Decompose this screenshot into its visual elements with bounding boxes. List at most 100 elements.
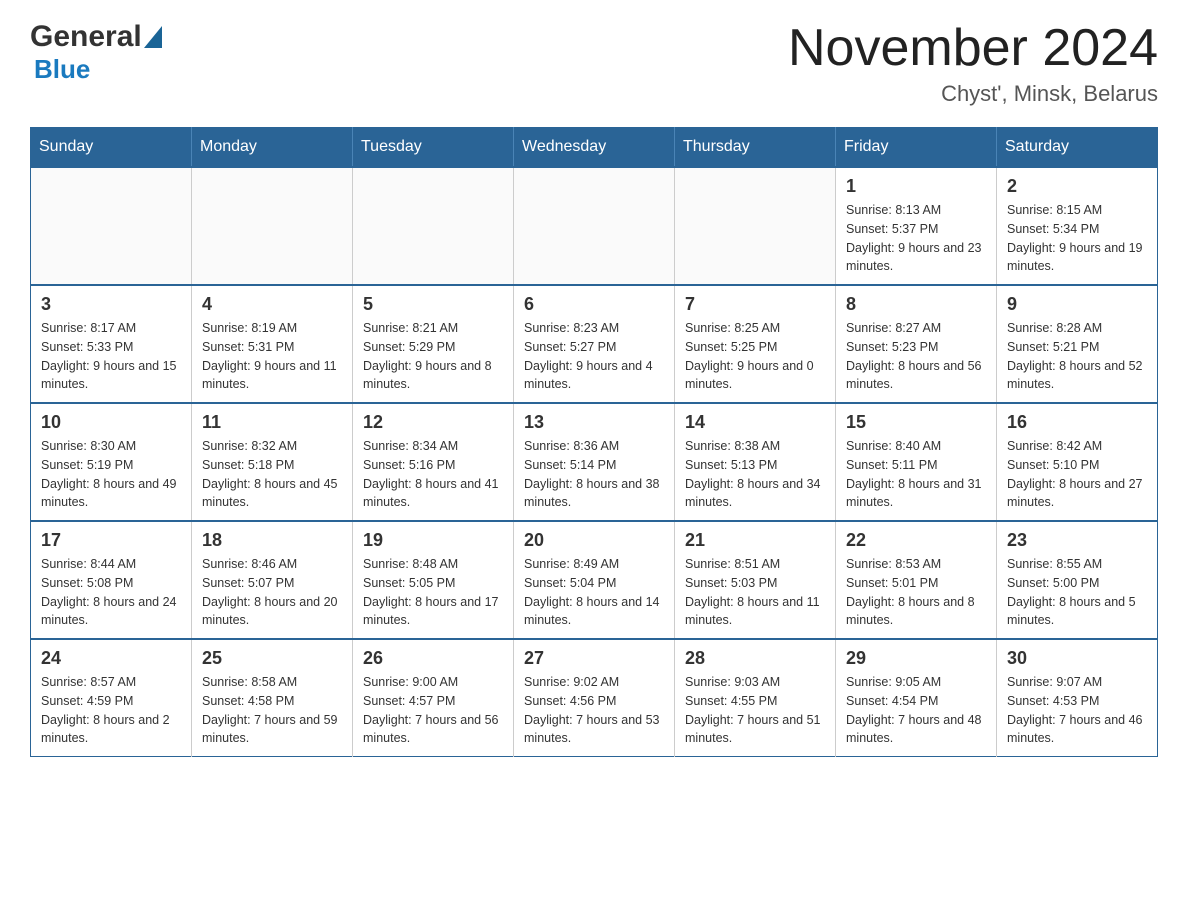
day-info: Sunrise: 8:28 AM Sunset: 5:21 PM Dayligh…	[1007, 319, 1147, 394]
calendar-cell: 11 Sunrise: 8:32 AM Sunset: 5:18 PM Dayli…	[192, 403, 353, 521]
calendar-cell: 8 Sunrise: 8:27 AM Sunset: 5:23 PM Daylig…	[836, 285, 997, 403]
day-info: Sunrise: 8:40 AM Sunset: 5:11 PM Dayligh…	[846, 437, 986, 512]
day-info: Sunrise: 8:15 AM Sunset: 5:34 PM Dayligh…	[1007, 201, 1147, 276]
day-number: 30	[1007, 648, 1147, 669]
logo-blue-text: Blue	[34, 54, 164, 85]
day-info: Sunrise: 8:13 AM Sunset: 5:37 PM Dayligh…	[846, 201, 986, 276]
day-number: 5	[363, 294, 503, 315]
logo: General Blue	[30, 20, 164, 85]
day-of-week-tuesday: Tuesday	[353, 128, 514, 168]
day-number: 24	[41, 648, 181, 669]
calendar-cell: 2 Sunrise: 8:15 AM Sunset: 5:34 PM Daylig…	[997, 167, 1158, 285]
calendar-cell: 17 Sunrise: 8:44 AM Sunset: 5:08 PM Dayli…	[31, 521, 192, 639]
calendar-cell	[31, 167, 192, 285]
calendar-cell: 29Sunrise: 9:05 AM Sunset: 4:54 PM Dayli…	[836, 639, 997, 757]
day-of-week-monday: Monday	[192, 128, 353, 168]
day-info: Sunrise: 8:30 AM Sunset: 5:19 PM Dayligh…	[41, 437, 181, 512]
calendar-cell: 25 Sunrise: 8:58 AM Sunset: 4:58 PM Dayli…	[192, 639, 353, 757]
day-number: 7	[685, 294, 825, 315]
day-info: Sunrise: 8:27 AM Sunset: 5:23 PM Dayligh…	[846, 319, 986, 394]
day-info: Sunrise: 8:57 AM Sunset: 4:59 PM Dayligh…	[41, 673, 181, 748]
calendar-cell: 18Sunrise: 8:46 AM Sunset: 5:07 PM Dayli…	[192, 521, 353, 639]
title-section: November 2024 Chyst', Minsk, Belarus	[788, 20, 1158, 107]
day-number: 27	[524, 648, 664, 669]
calendar-cell: 14Sunrise: 8:38 AM Sunset: 5:13 PM Dayli…	[675, 403, 836, 521]
day-number: 26	[363, 648, 503, 669]
day-number: 16	[1007, 412, 1147, 433]
calendar-cell: 30Sunrise: 9:07 AM Sunset: 4:53 PM Dayli…	[997, 639, 1158, 757]
calendar-cell: 22 Sunrise: 8:53 AM Sunset: 5:01 PM Dayli…	[836, 521, 997, 639]
page-title: November 2024	[788, 20, 1158, 77]
day-number: 29	[846, 648, 986, 669]
calendar-cell: 13 Sunrise: 8:36 AM Sunset: 5:14 PM Dayli…	[514, 403, 675, 521]
calendar-cell	[675, 167, 836, 285]
day-info: Sunrise: 8:58 AM Sunset: 4:58 PM Dayligh…	[202, 673, 342, 748]
calendar-cell: 3Sunrise: 8:17 AM Sunset: 5:33 PM Daylig…	[31, 285, 192, 403]
calendar-cell	[353, 167, 514, 285]
week-row-4: 17 Sunrise: 8:44 AM Sunset: 5:08 PM Dayli…	[31, 521, 1158, 639]
calendar-cell: 27 Sunrise: 9:02 AM Sunset: 4:56 PM Dayli…	[514, 639, 675, 757]
day-info: Sunrise: 8:17 AM Sunset: 5:33 PM Dayligh…	[41, 319, 181, 394]
week-row-2: 3Sunrise: 8:17 AM Sunset: 5:33 PM Daylig…	[31, 285, 1158, 403]
week-row-5: 24 Sunrise: 8:57 AM Sunset: 4:59 PM Dayli…	[31, 639, 1158, 757]
day-number: 11	[202, 412, 342, 433]
day-info: Sunrise: 8:34 AM Sunset: 5:16 PM Dayligh…	[363, 437, 503, 512]
logo-general: General	[30, 20, 142, 54]
day-info: Sunrise: 8:21 AM Sunset: 5:29 PM Dayligh…	[363, 319, 503, 394]
calendar-cell: 16 Sunrise: 8:42 AM Sunset: 5:10 PM Dayli…	[997, 403, 1158, 521]
day-number: 1	[846, 176, 986, 197]
day-info: Sunrise: 8:32 AM Sunset: 5:18 PM Dayligh…	[202, 437, 342, 512]
day-info: Sunrise: 8:42 AM Sunset: 5:10 PM Dayligh…	[1007, 437, 1147, 512]
day-of-week-saturday: Saturday	[997, 128, 1158, 168]
day-number: 21	[685, 530, 825, 551]
day-number: 13	[524, 412, 664, 433]
calendar-body: 1 Sunrise: 8:13 AM Sunset: 5:37 PM Daylig…	[31, 167, 1158, 757]
calendar-cell: 12 Sunrise: 8:34 AM Sunset: 5:16 PM Dayli…	[353, 403, 514, 521]
calendar-cell: 26 Sunrise: 9:00 AM Sunset: 4:57 PM Dayli…	[353, 639, 514, 757]
day-info: Sunrise: 8:44 AM Sunset: 5:08 PM Dayligh…	[41, 555, 181, 630]
day-number: 4	[202, 294, 342, 315]
day-number: 19	[363, 530, 503, 551]
calendar-cell: 15 Sunrise: 8:40 AM Sunset: 5:11 PM Dayli…	[836, 403, 997, 521]
calendar-cell: 4 Sunrise: 8:19 AM Sunset: 5:31 PM Daylig…	[192, 285, 353, 403]
day-number: 15	[846, 412, 986, 433]
calendar-cell: 21Sunrise: 8:51 AM Sunset: 5:03 PM Dayli…	[675, 521, 836, 639]
day-info: Sunrise: 8:55 AM Sunset: 5:00 PM Dayligh…	[1007, 555, 1147, 630]
day-number: 8	[846, 294, 986, 315]
days-of-week-row: SundayMondayTuesdayWednesdayThursdayFrid…	[31, 128, 1158, 168]
calendar-cell: 24 Sunrise: 8:57 AM Sunset: 4:59 PM Dayli…	[31, 639, 192, 757]
logo-general-text: General	[30, 20, 164, 54]
day-info: Sunrise: 8:25 AM Sunset: 5:25 PM Dayligh…	[685, 319, 825, 394]
calendar-cell: 20Sunrise: 8:49 AM Sunset: 5:04 PM Dayli…	[514, 521, 675, 639]
calendar-table: SundayMondayTuesdayWednesdayThursdayFrid…	[30, 127, 1158, 757]
day-info: Sunrise: 8:48 AM Sunset: 5:05 PM Dayligh…	[363, 555, 503, 630]
calendar-cell: 23Sunrise: 8:55 AM Sunset: 5:00 PM Dayli…	[997, 521, 1158, 639]
week-row-3: 10 Sunrise: 8:30 AM Sunset: 5:19 PM Dayli…	[31, 403, 1158, 521]
day-info: Sunrise: 9:03 AM Sunset: 4:55 PM Dayligh…	[685, 673, 825, 748]
day-number: 2	[1007, 176, 1147, 197]
day-number: 12	[363, 412, 503, 433]
day-info: Sunrise: 8:36 AM Sunset: 5:14 PM Dayligh…	[524, 437, 664, 512]
day-number: 22	[846, 530, 986, 551]
day-of-week-sunday: Sunday	[31, 128, 192, 168]
page-header: General Blue November 2024 Chyst', Minsk…	[30, 20, 1158, 107]
page-subtitle: Chyst', Minsk, Belarus	[788, 81, 1158, 107]
day-info: Sunrise: 8:23 AM Sunset: 5:27 PM Dayligh…	[524, 319, 664, 394]
day-info: Sunrise: 9:02 AM Sunset: 4:56 PM Dayligh…	[524, 673, 664, 748]
calendar-cell	[192, 167, 353, 285]
day-number: 14	[685, 412, 825, 433]
calendar-cell	[514, 167, 675, 285]
day-number: 20	[524, 530, 664, 551]
day-info: Sunrise: 8:46 AM Sunset: 5:07 PM Dayligh…	[202, 555, 342, 630]
day-info: Sunrise: 8:53 AM Sunset: 5:01 PM Dayligh…	[846, 555, 986, 630]
day-number: 25	[202, 648, 342, 669]
day-number: 10	[41, 412, 181, 433]
calendar-cell: 10 Sunrise: 8:30 AM Sunset: 5:19 PM Dayli…	[31, 403, 192, 521]
day-number: 17	[41, 530, 181, 551]
calendar-cell: 9Sunrise: 8:28 AM Sunset: 5:21 PM Daylig…	[997, 285, 1158, 403]
day-number: 6	[524, 294, 664, 315]
day-info: Sunrise: 8:19 AM Sunset: 5:31 PM Dayligh…	[202, 319, 342, 394]
day-info: Sunrise: 9:00 AM Sunset: 4:57 PM Dayligh…	[363, 673, 503, 748]
day-number: 28	[685, 648, 825, 669]
calendar-cell: 19 Sunrise: 8:48 AM Sunset: 5:05 PM Dayli…	[353, 521, 514, 639]
